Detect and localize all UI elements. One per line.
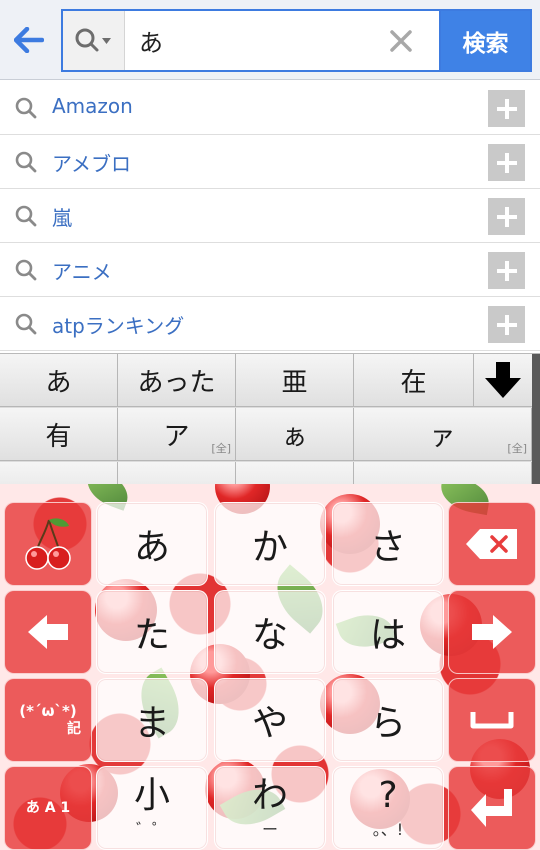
clear-button[interactable] bbox=[385, 25, 417, 57]
enter-icon bbox=[471, 789, 512, 827]
candidate-text: ぁ bbox=[281, 421, 308, 452]
key-ta[interactable]: た bbox=[96, 590, 208, 674]
software-keyboard: (*´ω`*) 記 あ A 1 あ か さ た な は ま や ら 小 ゛゜ わ… bbox=[0, 484, 540, 850]
theme-button[interactable] bbox=[4, 502, 92, 586]
conversion-candidates: あ あった 亜 在 有 ア [全] ぁ ァ [全] bbox=[0, 353, 540, 484]
append-query-button[interactable] bbox=[488, 144, 525, 181]
candidate[interactable]: ぁ bbox=[236, 408, 354, 461]
append-query-button[interactable] bbox=[488, 90, 525, 127]
key-small-dakuten[interactable]: 小 ゛゜ bbox=[96, 766, 208, 850]
suggestion-text: atpランキング bbox=[52, 314, 185, 338]
search-icon bbox=[15, 205, 37, 227]
candidate[interactable] bbox=[354, 462, 532, 484]
search-type-dropdown[interactable] bbox=[63, 11, 125, 70]
key-punct-label: ? bbox=[378, 775, 398, 816]
key-small-label: 小 bbox=[133, 775, 170, 816]
cherry-logo-icon bbox=[25, 518, 71, 570]
key-punctuation[interactable]: ? 。、! bbox=[332, 766, 444, 850]
append-query-button[interactable] bbox=[488, 306, 525, 343]
candidate[interactable] bbox=[118, 462, 236, 484]
enter-button[interactable] bbox=[448, 766, 536, 850]
suggestion-text: アメブロ bbox=[52, 152, 131, 176]
search-icon bbox=[15, 151, 37, 173]
candidate[interactable]: 在 bbox=[354, 354, 474, 407]
candidate-row bbox=[0, 462, 540, 484]
suggestion-text: Amazon bbox=[52, 94, 133, 118]
key-punct-sub: 。、! bbox=[372, 820, 404, 839]
input-mode-label: あ A 1 bbox=[25, 800, 71, 816]
key-small-sub: ゛゜ bbox=[135, 820, 168, 839]
append-query-button[interactable] bbox=[488, 252, 525, 289]
candidate-text: ァ bbox=[429, 421, 456, 452]
search-input[interactable] bbox=[139, 21, 369, 59]
suggestion-text: 嵐 bbox=[52, 206, 72, 230]
back-button[interactable] bbox=[6, 18, 52, 62]
key-wa-sub: ー bbox=[261, 820, 278, 839]
candidate[interactable]: 亜 bbox=[236, 354, 354, 407]
search-magnifier-dropdown-icon bbox=[75, 28, 111, 51]
suggestion-item[interactable]: アニメ bbox=[0, 243, 540, 297]
symbols-label: 記 bbox=[67, 721, 81, 737]
key-a[interactable]: あ bbox=[96, 502, 208, 586]
search-box bbox=[61, 9, 439, 72]
emoticon-key[interactable]: (*´ω`*) 記 bbox=[4, 678, 92, 762]
search-bar: 検索 bbox=[0, 0, 540, 80]
search-icon bbox=[15, 313, 37, 335]
key-sa[interactable]: さ bbox=[332, 502, 444, 586]
suggestion-text: アニメ bbox=[52, 260, 112, 284]
candidate-text: 有 bbox=[45, 421, 72, 452]
key-ha[interactable]: は bbox=[332, 590, 444, 674]
space-icon bbox=[470, 712, 514, 729]
suggestion-item[interactable]: Amazon bbox=[0, 81, 540, 135]
candidate[interactable]: あった bbox=[118, 354, 236, 407]
back-arrow-icon bbox=[14, 27, 44, 53]
search-submit-button[interactable]: 検索 bbox=[439, 9, 532, 72]
cursor-right-button[interactable] bbox=[448, 590, 536, 674]
backspace-icon bbox=[466, 529, 517, 559]
suggestion-item[interactable]: アメブロ bbox=[0, 135, 540, 189]
backspace-button[interactable] bbox=[448, 502, 536, 586]
candidate-width-tag: [全] bbox=[211, 442, 231, 455]
key-na[interactable]: な bbox=[214, 590, 326, 674]
candidate-scrollbar[interactable] bbox=[532, 354, 540, 484]
plus-icon bbox=[496, 152, 517, 173]
suggestion-list: Amazon アメブロ 嵐 アニメ atpランキング bbox=[0, 81, 540, 351]
suggestion-item[interactable]: 嵐 bbox=[0, 189, 540, 243]
candidate-text: ア bbox=[163, 421, 190, 452]
search-icon bbox=[15, 97, 37, 119]
search-icon bbox=[15, 259, 37, 281]
space-button[interactable] bbox=[448, 678, 536, 762]
candidate[interactable] bbox=[236, 462, 354, 484]
candidate-width-tag: [全] bbox=[507, 442, 527, 455]
plus-icon bbox=[496, 206, 517, 227]
expand-candidates-button[interactable] bbox=[474, 354, 532, 407]
cursor-right-icon bbox=[472, 615, 512, 649]
candidate[interactable]: ァ [全] bbox=[354, 408, 532, 461]
candidate-row: 有 ア [全] ぁ ァ [全] bbox=[0, 408, 540, 461]
cursor-left-icon bbox=[28, 615, 68, 649]
key-wa-label: わ bbox=[251, 775, 288, 816]
plus-icon bbox=[496, 260, 517, 281]
key-wa[interactable]: わ ー bbox=[214, 766, 326, 850]
candidate[interactable]: 有 bbox=[0, 408, 118, 461]
suggestion-item[interactable]: atpランキング bbox=[0, 297, 540, 351]
down-arrow-icon bbox=[485, 362, 521, 398]
candidate-row: あ あった 亜 在 bbox=[0, 354, 540, 407]
plus-icon bbox=[496, 314, 517, 335]
cursor-left-button[interactable] bbox=[4, 590, 92, 674]
candidate[interactable]: あ bbox=[0, 354, 118, 407]
plus-icon bbox=[496, 98, 517, 119]
key-ya[interactable]: や bbox=[214, 678, 326, 762]
emoticon-label: (*´ω`*) bbox=[19, 702, 77, 720]
append-query-button[interactable] bbox=[488, 198, 525, 235]
candidate[interactable]: ア [全] bbox=[118, 408, 236, 461]
key-ma[interactable]: ま bbox=[96, 678, 208, 762]
candidate[interactable] bbox=[0, 462, 118, 484]
key-ra[interactable]: ら bbox=[332, 678, 444, 762]
clear-x-icon bbox=[390, 30, 412, 52]
input-mode-toggle[interactable]: あ A 1 bbox=[4, 766, 92, 850]
key-ka[interactable]: か bbox=[214, 502, 326, 586]
